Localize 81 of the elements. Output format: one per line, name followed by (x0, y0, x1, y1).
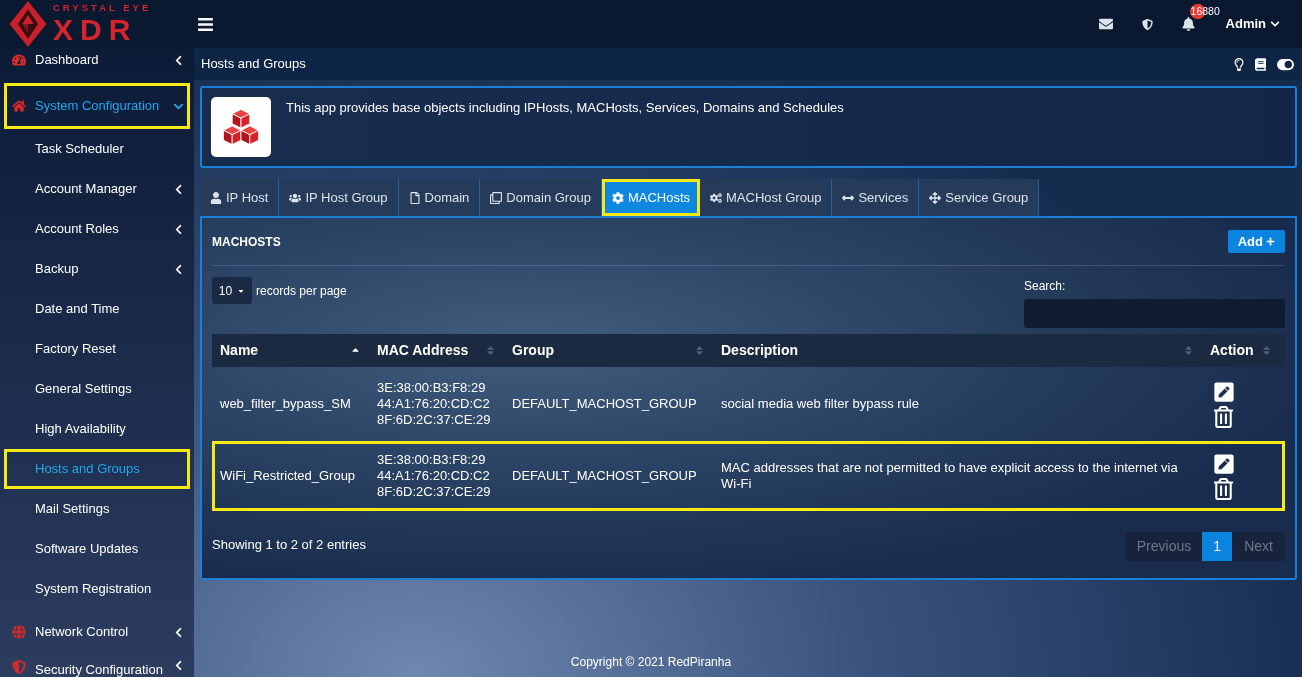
sidebar-item[interactable]: Dashboard (4, 48, 190, 83)
file-icon (408, 191, 421, 204)
sidebar-item[interactable]: Software Updates (4, 529, 190, 569)
table-cell-text: 3E:38:00:B3:F8:29 44:A1:76:20:CD:C2 8F:6D:2C:37:CE:29 (376, 452, 492, 500)
sidebar-item[interactable]: Mail Settings (4, 489, 190, 529)
gear-icon (611, 191, 624, 204)
column-header[interactable]: Group (504, 334, 713, 367)
tab[interactable]: MACHosts (601, 179, 700, 216)
envelope-icon[interactable] (1098, 17, 1113, 31)
table-cell-text: 3E:38:00:B3:F8:29 44:A1:76:20:CD:C2 8F:6D:2C:37:CE:29 (376, 380, 492, 428)
toggle-icon[interactable] (1277, 56, 1294, 72)
sidebar-item[interactable]: Task Scheduler (4, 129, 190, 169)
user-icon (210, 191, 222, 204)
logo-wordmark: XDR (53, 14, 138, 45)
tab[interactable]: MACHost Group (700, 179, 833, 216)
lightbulb-icon[interactable] (1234, 57, 1244, 71)
page-title: Hosts and Groups (201, 55, 306, 74)
add-button[interactable]: Add (1227, 230, 1285, 253)
tab[interactable]: Domain (398, 179, 481, 216)
gears-icon (710, 191, 722, 204)
edit-button[interactable] (1213, 452, 1235, 475)
home-icon (12, 99, 26, 113)
entries-summary: Showing 1 to 2 of 2 entries (212, 536, 366, 554)
edit-button[interactable] (1213, 380, 1235, 403)
tab[interactable]: IP Host (200, 179, 280, 216)
chevron-icon (1270, 19, 1280, 29)
user-menu[interactable]: Admin (1225, 14, 1280, 34)
sidebar-item[interactable]: Backup (4, 249, 190, 289)
table-cell-text: WiFi_Restricted_Group (219, 467, 357, 486)
sidebar-item[interactable]: General Settings (4, 369, 190, 409)
sidebar-item[interactable]: Hosts and Groups (4, 449, 190, 489)
sidebar-item[interactable]: System Configuration (4, 83, 190, 129)
tab[interactable]: IP Host Group (279, 179, 399, 216)
table-cell-text: web_filter_bypass_SM (219, 395, 352, 414)
shield-icon (12, 660, 26, 674)
panel-title: MACHOSTS (212, 233, 281, 251)
sidebar-item[interactable]: Account Manager (4, 169, 190, 209)
page-size-select[interactable]: 10 (212, 277, 252, 304)
column-header[interactable]: Action (1202, 334, 1280, 367)
trash-icon (1213, 405, 1234, 428)
tab[interactable]: Services (832, 179, 920, 216)
sidebar-item[interactable]: System Registration (4, 569, 190, 609)
move-arrows-icon (929, 191, 942, 204)
table-cell-text: DEFAULT_MACHOST_GROUP (511, 395, 698, 414)
delete-button[interactable] (1213, 405, 1234, 428)
table-cell-text: DEFAULT_MACHOST_GROUP (511, 467, 698, 486)
notification-bell-icon[interactable] (1181, 17, 1195, 31)
column-header[interactable]: MAC Address (369, 334, 504, 367)
tab[interactable]: Service Group (919, 179, 1040, 216)
edit-icon (1213, 452, 1235, 475)
copy-icon (490, 191, 503, 204)
sidebar-item[interactable]: Security Configuration (4, 655, 190, 677)
tab[interactable]: Domain Group (480, 179, 602, 216)
page-size-label: records per page (256, 283, 347, 300)
book-icon[interactable] (1255, 57, 1266, 71)
app-description: This app provides base objects including IPHosts, MACHosts, Services, Domains and Schedules (286, 99, 844, 117)
users-icon (289, 191, 302, 204)
copyright-text: Copyright © 2021 RedPiranha (570, 654, 732, 671)
sidebar-item[interactable]: Account Roles (4, 209, 190, 249)
table-cell-text: social media web filter bypass rule (720, 396, 920, 412)
column-header[interactable]: Name (212, 334, 369, 367)
delete-button[interactable] (1213, 477, 1234, 500)
search-label: Search: (1024, 278, 1067, 295)
cubes-icon (211, 97, 271, 157)
logo-emblem-icon (7, 1, 49, 47)
trash-icon (1213, 477, 1234, 500)
sidebar-item[interactable]: Network Control (4, 609, 190, 655)
shield-icon[interactable] (1141, 17, 1153, 31)
column-header[interactable]: Description (713, 334, 1202, 367)
search-field[interactable] (1024, 299, 1285, 328)
menu-icon[interactable] (197, 15, 214, 33)
sidebar-item[interactable]: High Availability (4, 409, 190, 449)
globe-icon (12, 625, 26, 639)
sidebar-item[interactable]: Date and Time (4, 289, 190, 329)
plus-icon (1266, 237, 1275, 246)
logo-tagline: CRYSTAL EYE (53, 3, 152, 13)
page-button[interactable]: 1 (1202, 532, 1233, 561)
sidebar-item[interactable]: Factory Reset (4, 329, 190, 369)
table-cell-text: MAC addresses that are not permitted to have explicit access to the internet via Wi-Fi (720, 460, 1179, 492)
gauge-icon (12, 53, 26, 67)
edit-icon (1213, 380, 1235, 403)
